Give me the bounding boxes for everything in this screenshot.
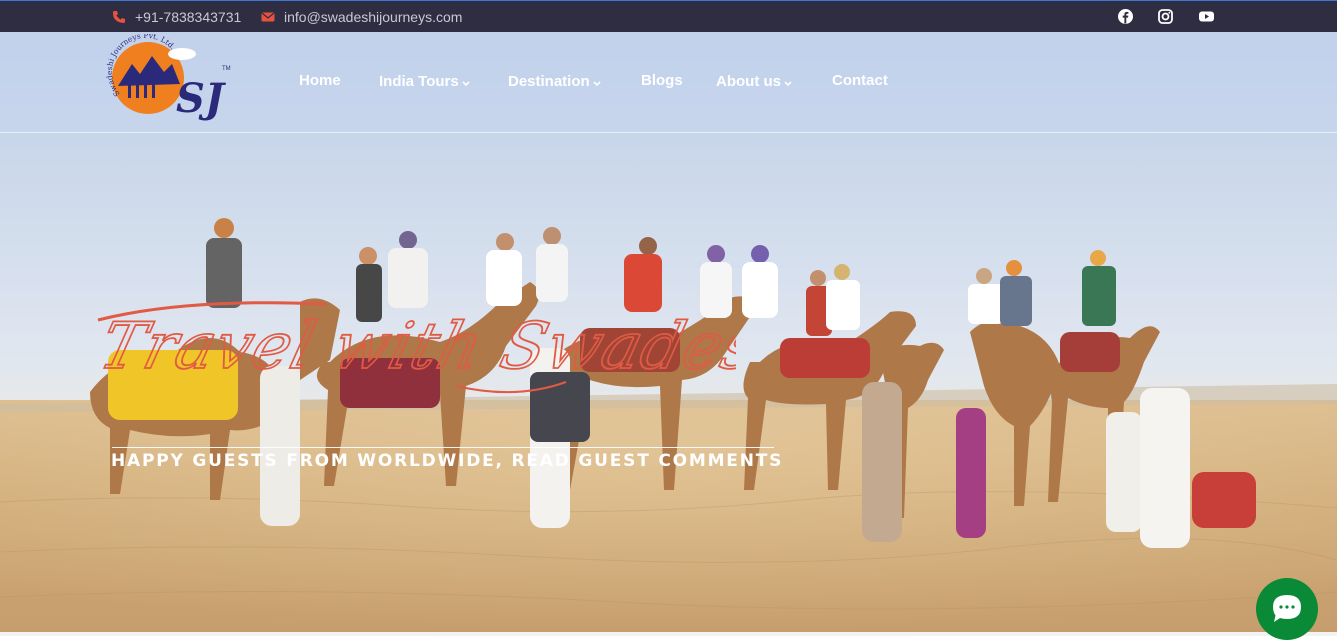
- top-contact-bar: +91-7838343731 info@swadeshijourneys.com: [0, 0, 1337, 32]
- youtube-icon[interactable]: [1198, 8, 1215, 25]
- nav-about-us[interactable]: About us: [716, 72, 792, 91]
- brand-logo[interactable]: SJ TM Swadeshi Journeys Pvt. Ltd.: [105, 31, 238, 134]
- logo-tm: TM: [222, 66, 231, 72]
- phone-number: +91-7838343731: [135, 9, 242, 25]
- chevron-down-icon: [593, 74, 601, 91]
- email-address: info@swadeshijourneys.com: [284, 9, 463, 25]
- nav-india-tours[interactable]: India Tours: [379, 72, 470, 91]
- site-header: SJ TM Swadeshi Journeys Pvt. Ltd. Home I…: [0, 31, 1337, 134]
- svg-text:SJ: SJ: [176, 75, 227, 122]
- chevron-down-icon: [784, 74, 792, 91]
- hero-script-title: Travel with Swadeshi: [96, 301, 736, 394]
- envelope-icon: [261, 10, 275, 24]
- chevron-down-icon: [462, 74, 470, 91]
- chat-button[interactable]: [1256, 578, 1318, 640]
- hero-bottom-border: [0, 632, 1337, 636]
- phone-link[interactable]: +91-7838343731: [112, 8, 241, 26]
- tagline-divider: [112, 447, 774, 448]
- nav-contact[interactable]: Contact: [832, 72, 888, 89]
- guest-comments-link[interactable]: HAPPY GUESTS FROM WORLDWIDE, READ GUEST …: [111, 451, 783, 471]
- chat-bubble-icon: [1273, 595, 1301, 622]
- instagram-icon[interactable]: [1157, 8, 1174, 25]
- email-link[interactable]: info@swadeshijourneys.com: [261, 8, 462, 26]
- nav-destination[interactable]: Destination: [508, 72, 601, 91]
- script-title-text: Travel with Swadeshi: [96, 310, 736, 384]
- nav-blogs[interactable]: Blogs: [641, 72, 683, 89]
- facebook-icon[interactable]: [1117, 8, 1134, 25]
- nav-home[interactable]: Home: [299, 72, 341, 89]
- phone-icon: [112, 10, 126, 24]
